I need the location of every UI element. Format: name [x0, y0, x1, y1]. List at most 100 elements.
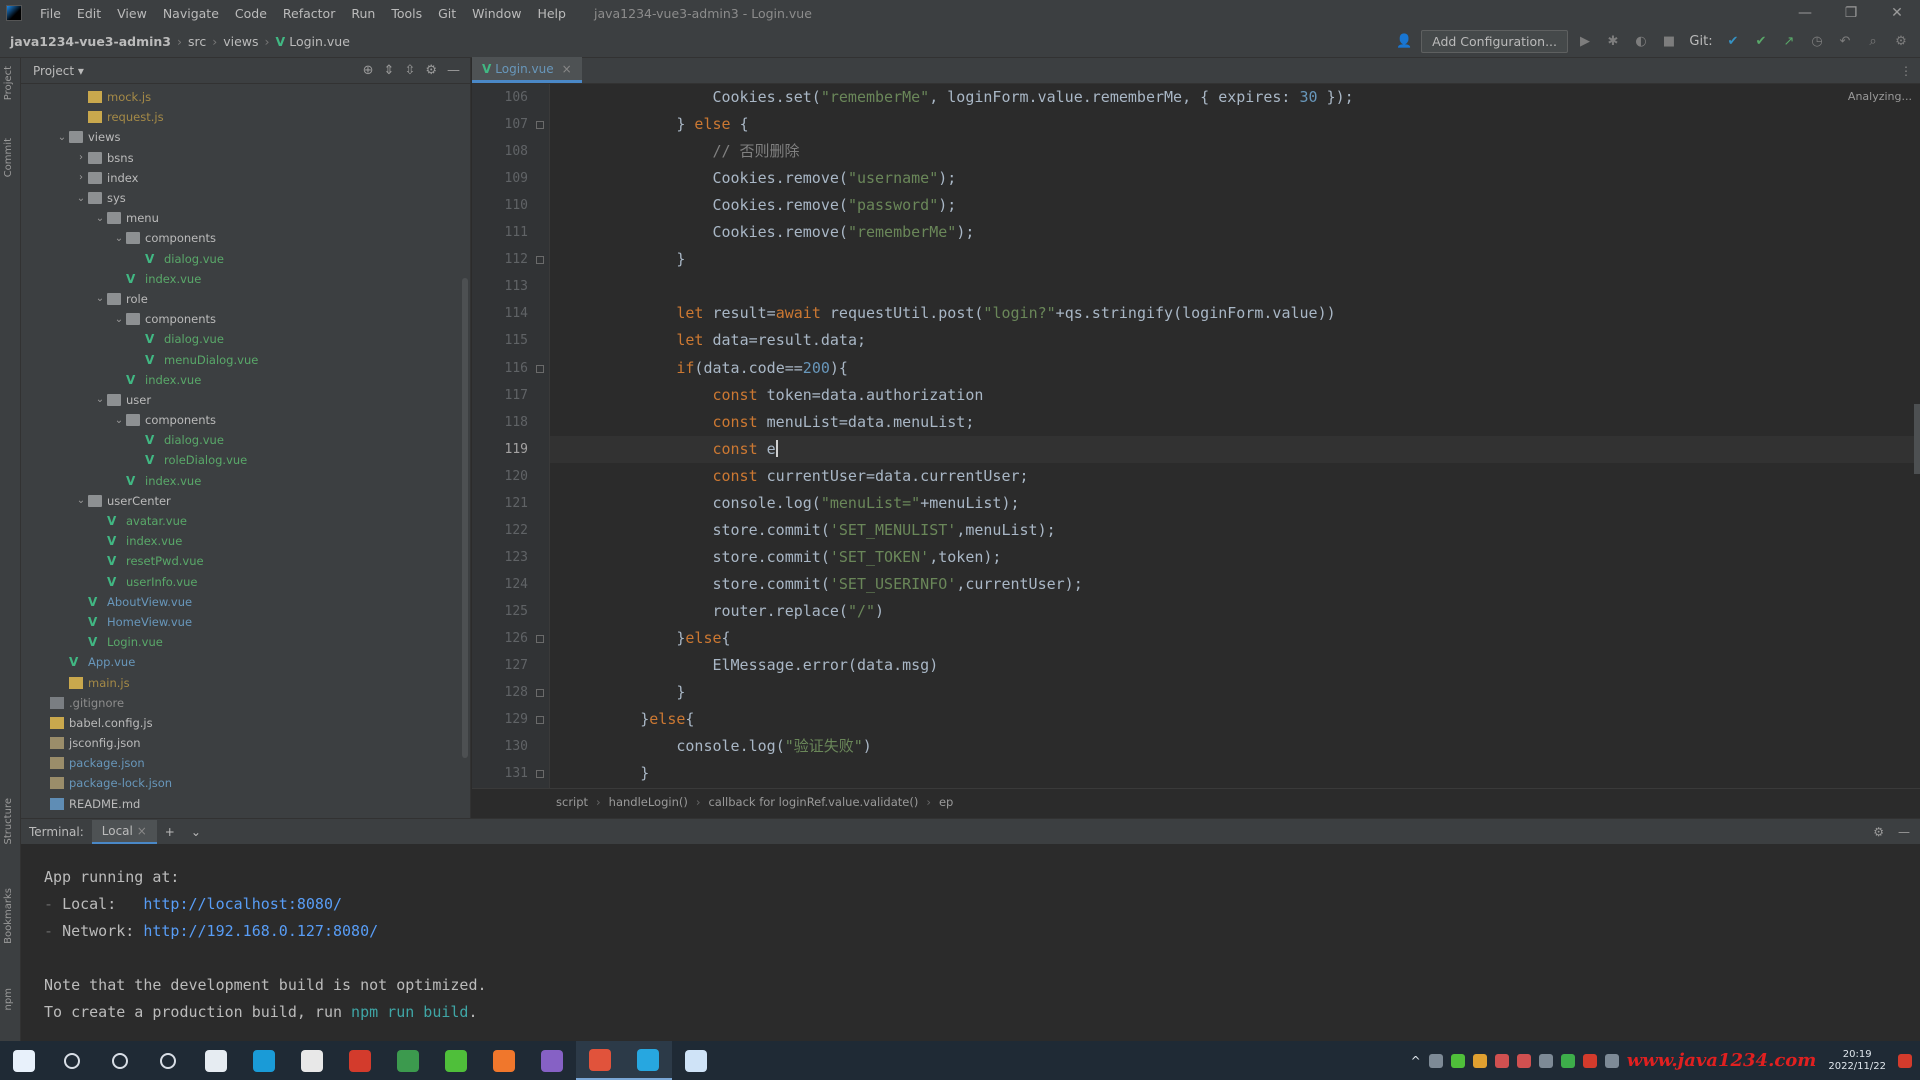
tree-item[interactable]: jsconfig.json	[21, 733, 470, 753]
code-area[interactable]: Cookies.set("rememberMe", loginForm.valu…	[550, 84, 1920, 788]
menu-window[interactable]: Window	[464, 6, 529, 21]
coverage-icon[interactable]: ◐	[1630, 34, 1652, 49]
expand-arrow-icon[interactable]: ⌄	[55, 132, 69, 143]
history-icon[interactable]: ◷	[1806, 34, 1828, 49]
expand-arrow-icon[interactable]: ⌄	[112, 314, 126, 325]
editor-tab-login[interactable]: V Login.vue ×	[472, 57, 582, 83]
code-line[interactable]: console.log("menuList="+menuList);	[712, 490, 1019, 517]
fold-marker-icon[interactable]	[536, 121, 544, 130]
tray-app-icon[interactable]	[1582, 1053, 1597, 1068]
taskbar-edge[interactable]	[240, 1041, 288, 1080]
tree-item[interactable]: Vindex.vue	[21, 471, 470, 491]
code-line[interactable]: store.commit('SET_MENULIST',menuList);	[712, 517, 1055, 544]
tray-app-icon[interactable]	[1516, 1053, 1531, 1068]
code-line[interactable]: if(data.code==200){	[676, 355, 848, 382]
menu-git[interactable]: Git	[430, 6, 464, 21]
menu-navigate[interactable]: Navigate	[155, 6, 227, 21]
tree-item[interactable]: README.md	[21, 794, 470, 814]
taskbar-vs[interactable]	[528, 1041, 576, 1080]
tree-item[interactable]: ⌄ components	[21, 228, 470, 248]
breadcrumb-src[interactable]: src	[182, 34, 212, 49]
tree-item[interactable]: ⌄ sys	[21, 188, 470, 208]
taskbar-app-chat[interactable]	[672, 1041, 720, 1080]
tree-item[interactable]: ⌄ userCenter	[21, 491, 470, 511]
taskbar-search[interactable]	[48, 1041, 96, 1080]
menu-help[interactable]: Help	[529, 6, 574, 21]
code-line[interactable]: let data=result.data;	[676, 327, 866, 354]
close-tab-icon[interactable]: ×	[562, 62, 572, 76]
code-line[interactable]: }else{	[640, 706, 694, 733]
tree-item[interactable]: Vindex.vue	[21, 269, 470, 289]
chevron-down-icon[interactable]: ⌄	[183, 825, 209, 839]
terminal-output[interactable]: App running at: - Local: http://localhost…	[21, 844, 1920, 1041]
taskbar-wechat[interactable]	[432, 1041, 480, 1080]
code-line[interactable]: store.commit('SET_USERINFO',currentUser)…	[712, 571, 1082, 598]
tree-item[interactable]: VmenuDialog.vue	[21, 349, 470, 369]
tray-app-icon[interactable]	[1472, 1053, 1487, 1068]
tree-item[interactable]: VroleDialog.vue	[21, 450, 470, 470]
expand-arrow-icon[interactable]: ⌄	[112, 415, 126, 426]
terminal-tab-local[interactable]: Local ×	[91, 819, 157, 844]
project-scrollbar[interactable]	[462, 278, 468, 758]
taskbar-start[interactable]	[0, 1041, 48, 1080]
tree-item[interactable]: ⌄ role	[21, 289, 470, 309]
code-line[interactable]: store.commit('SET_TOKEN',token);	[712, 544, 1001, 571]
taskbar-intellij[interactable]	[576, 1041, 624, 1080]
tree-item[interactable]: Vindex.vue	[21, 531, 470, 551]
run-icon[interactable]: ▶	[1574, 34, 1596, 49]
tray-app-icon[interactable]	[1428, 1053, 1443, 1068]
code-line[interactable]: const token=data.authorization	[712, 382, 983, 409]
code-line[interactable]: }	[676, 246, 685, 273]
code-line[interactable]: const menuList=data.menuList;	[712, 409, 974, 436]
tree-item[interactable]: VresetPwd.vue	[21, 551, 470, 571]
tool-tab-bookmarks[interactable]: Bookmarks	[3, 888, 14, 944]
terminal-settings-icon[interactable]: ⚙	[1873, 825, 1884, 839]
editor-scrollbar[interactable]	[1914, 404, 1920, 474]
menu-view[interactable]: View	[109, 6, 155, 21]
menu-code[interactable]: Code	[227, 6, 275, 21]
tree-item[interactable]: mock.js	[21, 87, 470, 107]
fold-marker-icon[interactable]	[536, 689, 544, 698]
breadcrumb-project[interactable]: java1234-vue3-admin3	[0, 34, 177, 49]
breadcrumb-file[interactable]: V Login.vue	[270, 34, 356, 49]
git-commit-icon[interactable]: ✔	[1750, 34, 1772, 49]
expand-arrow-icon[interactable]: ⌄	[74, 495, 88, 506]
menu-refactor[interactable]: Refactor	[275, 6, 343, 21]
expand-arrow-icon[interactable]: ⌄	[112, 233, 126, 244]
terminal-link[interactable]: http://192.168.0.127:8080/	[143, 922, 378, 940]
tree-item[interactable]: Vdialog.vue	[21, 430, 470, 450]
code-line[interactable]: const currentUser=data.currentUser;	[712, 463, 1028, 490]
code-line[interactable]: }	[640, 760, 649, 787]
notification-icon[interactable]	[1898, 1053, 1912, 1068]
menu-edit[interactable]: Edit	[69, 6, 109, 21]
fold-marker-icon[interactable]	[536, 256, 544, 265]
code-line[interactable]: }	[676, 679, 685, 706]
minimize-icon[interactable]: —	[1782, 5, 1828, 21]
code-line[interactable]: // 否则删除	[712, 138, 799, 165]
collapse-all-icon[interactable]: ⇳	[404, 63, 415, 78]
code-line[interactable]: Cookies.remove("username");	[712, 165, 956, 192]
tray-app-icon[interactable]	[1560, 1053, 1575, 1068]
tray-app-icon[interactable]	[1494, 1053, 1509, 1068]
code-line[interactable]: ElMessage.error(data.msg)	[712, 652, 938, 679]
more-tabs-icon[interactable]: ⋮	[1892, 64, 1920, 83]
tree-item[interactable]: V HomeView.vue	[21, 612, 470, 632]
expand-arrow-icon[interactable]: ⌄	[93, 394, 107, 405]
fold-marker-icon[interactable]	[536, 716, 544, 725]
code-line[interactable]: Cookies.remove("password");	[712, 192, 956, 219]
search-icon[interactable]: ⌕	[1862, 34, 1884, 49]
tree-item[interactable]: V AboutView.vue	[21, 592, 470, 612]
code-line[interactable]: } else {	[676, 111, 748, 138]
expand-all-icon[interactable]: ⇕	[384, 63, 395, 78]
add-configuration-button[interactable]: Add Configuration...	[1421, 30, 1568, 53]
tool-tab-project[interactable]: Project	[3, 66, 14, 100]
user-icon[interactable]: 👤	[1393, 34, 1415, 49]
code-editor[interactable]: 106 107 108 109 110 111 112 113 114 115 116 117 118 1…	[472, 84, 1920, 788]
expand-arrow-icon[interactable]: ⌄	[93, 293, 107, 304]
code-line[interactable]: console.log("验证失败")	[676, 733, 871, 760]
menu-tools[interactable]: Tools	[383, 6, 430, 21]
menu-file[interactable]: File	[32, 6, 69, 21]
code-line[interactable]: Cookies.set("rememberMe", loginForm.valu…	[712, 84, 1353, 111]
settings-icon[interactable]: ⚙	[1890, 34, 1912, 49]
tree-item[interactable]: request.js	[21, 107, 470, 127]
